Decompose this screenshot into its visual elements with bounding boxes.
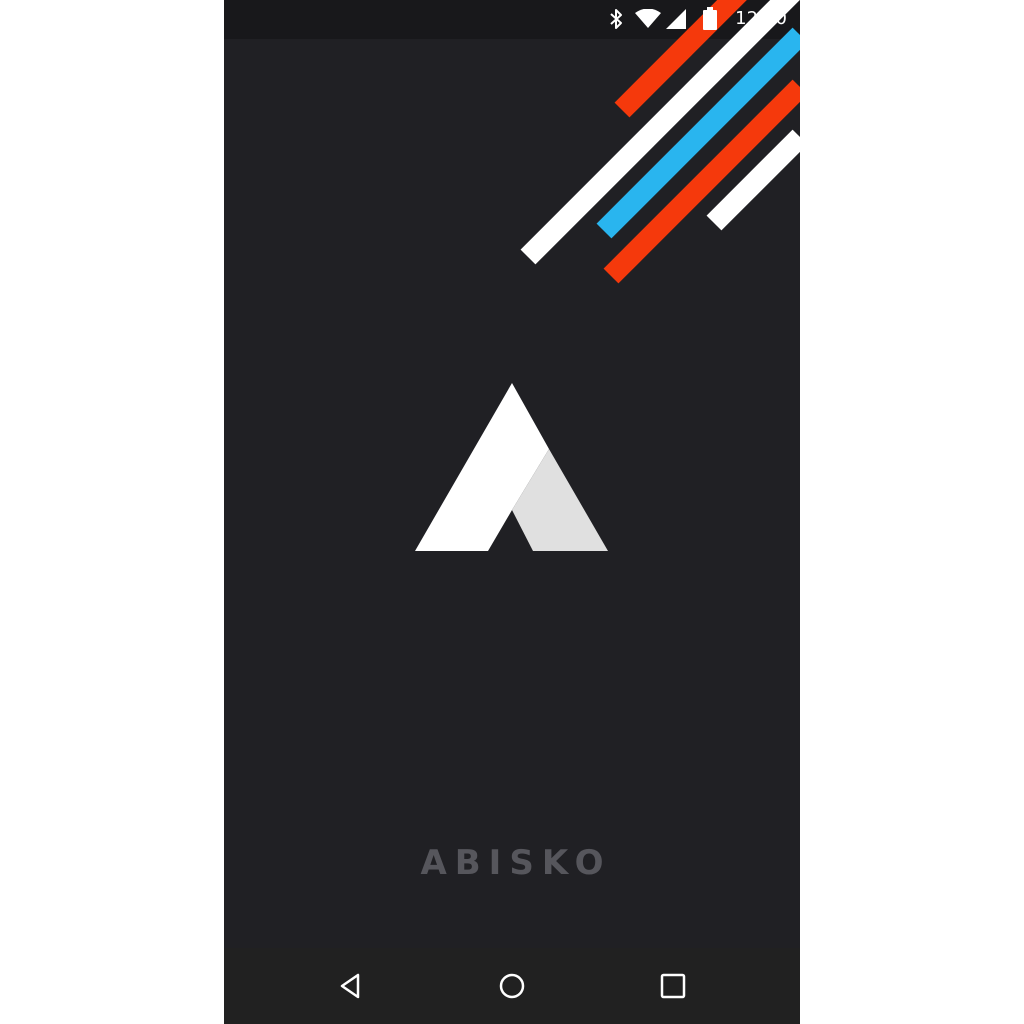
bluetooth-icon — [610, 9, 622, 29]
cell-signal-icon — [666, 9, 686, 29]
back-button[interactable] — [336, 970, 368, 1002]
app-name: ABISKO — [420, 843, 612, 883]
home-button[interactable] — [496, 970, 528, 1002]
wifi-icon — [635, 9, 661, 28]
status-icons: 12:30 — [224, 0, 800, 39]
home-circle-icon — [499, 973, 525, 999]
recents-square-icon — [660, 973, 686, 999]
abisko-logo-icon — [415, 383, 608, 551]
battery-icon — [703, 7, 717, 30]
navigation-bar — [224, 948, 800, 1024]
splash-screen: 12:30 ABISKO — [224, 0, 800, 1024]
back-triangle-icon — [340, 973, 360, 999]
status-clock: 12:30 — [735, 8, 787, 29]
recents-button[interactable] — [657, 970, 689, 1002]
stripe-blue — [596, 27, 800, 239]
decorative-stripes — [520, 0, 800, 284]
